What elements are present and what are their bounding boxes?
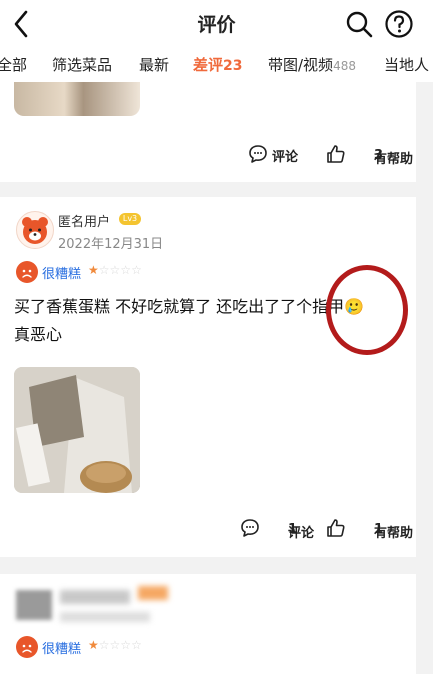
star-icon: ☆ — [109, 638, 121, 652]
star-rating: ★☆☆☆☆ — [88, 638, 142, 652]
rating-label: 很糟糕 — [42, 267, 82, 282]
help-icon[interactable] — [384, 9, 414, 39]
review-date: 2022年12月31日 — [58, 237, 164, 252]
bear-avatar-icon — [22, 217, 48, 244]
search-icon[interactable] — [344, 9, 374, 39]
helpful-button[interactable]: 有帮助 1 — [326, 518, 413, 541]
star-icon: ☆ — [120, 263, 132, 277]
username[interactable]: 匿名用户 — [58, 211, 110, 230]
top-bar: 评价 — [0, 0, 433, 48]
star-icon: ★ — [88, 263, 99, 277]
comment-button[interactable]: 评论 — [248, 144, 308, 165]
star-icon: ☆ — [98, 263, 110, 277]
star-icon: ☆ — [131, 263, 142, 277]
filter-tabs: 全部 筛选菜品 最新 差评23 带图/视频488 当地人 — [0, 48, 433, 82]
tab-with-media[interactable]: 带图/视频488 — [268, 54, 356, 75]
tab-all[interactable]: 全部 — [0, 54, 27, 75]
review-card-previous: 评论 有帮助 3 — [0, 82, 416, 182]
blurred-username — [60, 590, 130, 604]
comment-icon — [241, 519, 259, 537]
comment-icon — [249, 145, 267, 163]
cake-box-photo — [14, 367, 140, 493]
star-icon: ★ — [88, 638, 99, 652]
user-level-badge: Lv3 — [119, 213, 141, 225]
thumbs-up-icon — [327, 145, 345, 163]
tab-locals[interactable]: 当地人 — [384, 54, 429, 75]
review-card: 匿名用户 Lv3 2022年12月31日 很糟糕 ★☆☆☆☆ 买了香蕉蛋糕 不好… — [0, 197, 416, 557]
bad-rating-face-icon — [16, 261, 38, 283]
review-photo[interactable] — [14, 82, 140, 116]
tab-latest[interactable]: 最新 — [139, 54, 169, 75]
review-card-next: 很糟糕 ★☆☆☆☆ — [0, 574, 416, 674]
star-rating: ★☆☆☆☆ — [88, 263, 142, 277]
rating-label: 很糟糕 — [42, 642, 82, 657]
comment-button[interactable]: 评论 1 — [240, 518, 314, 541]
bad-rating-face-icon — [16, 636, 38, 658]
avatar[interactable] — [16, 211, 54, 249]
blurred-date — [60, 612, 150, 622]
blurred-avatar — [16, 590, 52, 620]
annotation-circle — [326, 265, 408, 355]
tab-negative[interactable]: 差评23 — [193, 54, 243, 75]
star-icon: ☆ — [131, 638, 142, 652]
helpful-button[interactable]: 有帮助 3 — [326, 144, 413, 167]
star-icon: ☆ — [98, 638, 110, 652]
review-photo[interactable] — [14, 367, 140, 493]
tab-filter-dishes[interactable]: 筛选菜品 — [52, 54, 112, 75]
thumbs-up-icon — [327, 519, 345, 537]
blurred-level-badge — [138, 586, 168, 600]
star-icon: ☆ — [109, 263, 121, 277]
star-icon: ☆ — [120, 638, 132, 652]
